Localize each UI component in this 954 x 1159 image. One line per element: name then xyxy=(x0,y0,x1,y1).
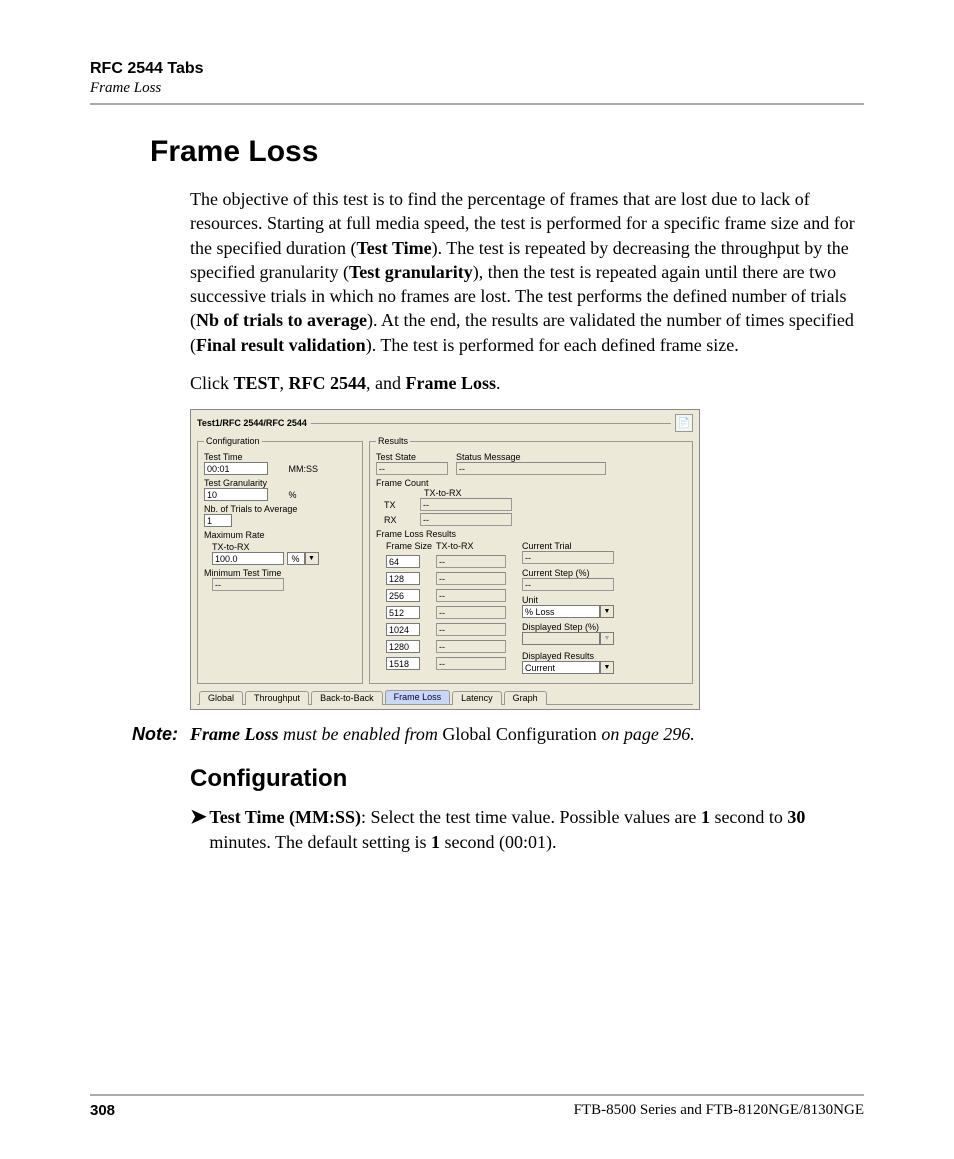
results-legend: Results xyxy=(376,436,410,446)
header-rule xyxy=(90,103,864,105)
status-msg-value: -- xyxy=(456,462,606,475)
frame-loss-results-label: Frame Loss Results xyxy=(376,529,686,539)
tab-latency[interactable]: Latency xyxy=(452,691,502,705)
current-trial-label: Current Trial xyxy=(522,541,632,551)
current-step-label: Current Step (%) xyxy=(522,568,632,578)
tx-to-rx-label: TX-to-RX xyxy=(212,542,356,552)
header-chapter: RFC 2544 Tabs xyxy=(90,60,864,78)
footer: 308 FTB-8500 Series and FTB-8120NGE/8130… xyxy=(90,1094,864,1119)
current-step-value: -- xyxy=(522,578,614,591)
test-state-label: Test State xyxy=(376,452,448,462)
bullet-test-time: ➤ Test Time (MM:SS): Select the test tim… xyxy=(190,805,864,854)
report-icon[interactable]: 📄 xyxy=(675,414,693,432)
tab-bar: Global Throughput Back-to-Back Frame Los… xyxy=(197,690,693,705)
embedded-screenshot: Test1/RFC 2544/RFC 2544 📄 Configuration … xyxy=(190,409,700,710)
table-row: 1518-- xyxy=(386,657,508,672)
tab-global[interactable]: Global xyxy=(199,691,243,705)
test-state-value: -- xyxy=(376,462,448,475)
configuration-group: Configuration Test Time 00:01 MM:SS Test… xyxy=(197,436,363,684)
tx-label: TX xyxy=(384,500,414,510)
bullet-arrow-icon: ➤ xyxy=(190,805,209,854)
tab-graph[interactable]: Graph xyxy=(504,691,547,705)
rx-label: RX xyxy=(384,515,414,525)
table-row: 1280-- xyxy=(386,640,508,655)
subheading-configuration: Configuration xyxy=(190,765,864,793)
test-time-unit: MM:SS xyxy=(289,464,319,474)
granularity-input[interactable]: 10 xyxy=(204,488,268,501)
page-title: Frame Loss xyxy=(150,135,864,169)
table-row: 256-- xyxy=(386,589,508,604)
chevron-down-icon[interactable]: ▼ xyxy=(305,552,319,565)
min-test-time-label: Minimum Test Time xyxy=(204,568,356,578)
chevron-down-icon[interactable]: ▼ xyxy=(600,661,614,674)
note-label: Note: xyxy=(90,724,190,745)
min-test-time-value: -- xyxy=(212,578,284,591)
test-time-input[interactable]: 00:01 xyxy=(204,462,268,475)
ss-breadcrumb: Test1/RFC 2544/RFC 2544 xyxy=(197,418,307,428)
chevron-down-icon: ▼ xyxy=(600,632,614,645)
click-instruction: Click TEST, RFC 2544, and Frame Loss. xyxy=(190,371,864,395)
granularity-unit: % xyxy=(289,490,297,500)
max-rate-label: Maximum Rate xyxy=(204,530,356,540)
frame-count-label: Frame Count xyxy=(376,478,686,488)
table-row: 1024-- xyxy=(386,623,508,638)
results-group: Results Test State -- Status Message -- … xyxy=(369,436,693,684)
unit-label: Unit xyxy=(522,595,632,605)
trials-label: Nb. of Trials to Average xyxy=(204,504,356,514)
disp-results-select[interactable]: Current xyxy=(522,661,600,674)
header-section: Frame Loss xyxy=(90,80,864,97)
frame-count-txrx-header: TX-to-RX xyxy=(424,488,686,498)
footer-info: FTB-8500 Series and FTB-8120NGE/8130NGE xyxy=(574,1102,864,1119)
frame-loss-table: Frame Size TX-to-RX 64-- 128-- 256-- 512… xyxy=(384,539,510,674)
disp-step-label: Displayed Step (%) xyxy=(522,622,632,632)
txrx-header: TX-to-RX xyxy=(436,541,508,553)
tab-throughput[interactable]: Throughput xyxy=(245,691,309,705)
frame-size-header: Frame Size xyxy=(386,541,434,553)
rx-value: -- xyxy=(420,513,512,526)
page-number: 308 xyxy=(90,1102,115,1119)
tx-value: -- xyxy=(420,498,512,511)
granularity-label: Test Granularity xyxy=(204,478,356,488)
max-rate-input[interactable]: 100.0 xyxy=(212,552,284,565)
tab-back-to-back[interactable]: Back-to-Back xyxy=(311,691,383,705)
disp-step-select[interactable] xyxy=(522,632,600,645)
current-trial-value: -- xyxy=(522,551,614,564)
max-rate-unit-select[interactable]: % xyxy=(287,552,305,565)
table-row: 128-- xyxy=(386,572,508,587)
configuration-legend: Configuration xyxy=(204,436,262,446)
tab-frame-loss[interactable]: Frame Loss xyxy=(385,690,451,704)
unit-select[interactable]: % Loss xyxy=(522,605,600,618)
table-row: 512-- xyxy=(386,606,508,621)
note-block: Note: Frame Loss must be enabled from Gl… xyxy=(90,724,864,745)
chevron-down-icon[interactable]: ▼ xyxy=(600,605,614,618)
test-time-label: Test Time xyxy=(204,452,356,462)
trials-input[interactable]: 1 xyxy=(204,514,232,527)
table-row: 64-- xyxy=(386,555,508,570)
intro-paragraph: The objective of this test is to find th… xyxy=(190,187,864,357)
disp-results-label: Displayed Results xyxy=(522,651,632,661)
status-msg-label: Status Message xyxy=(456,452,606,462)
